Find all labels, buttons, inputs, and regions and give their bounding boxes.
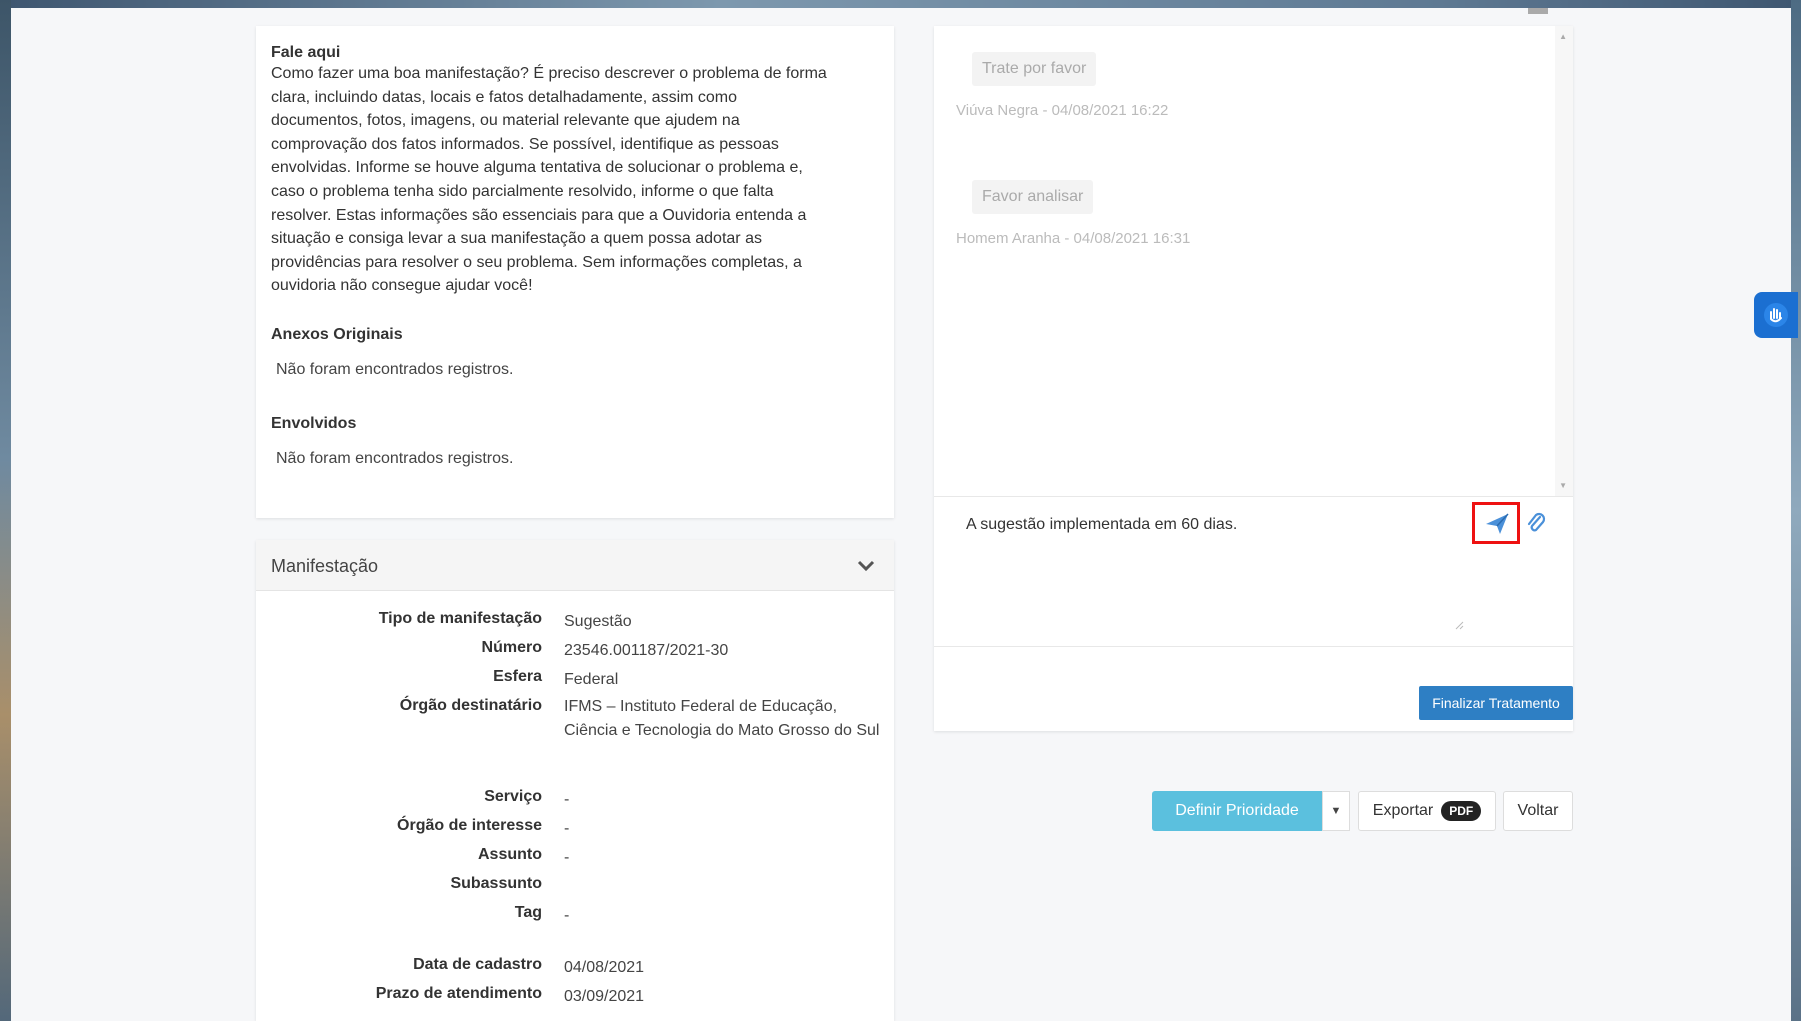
chevron-down-icon[interactable] — [856, 555, 876, 575]
row-value-esfera: Federal — [564, 671, 619, 688]
reply-textarea[interactable]: A sugestão implementada em 60 dias. — [966, 516, 1237, 534]
scroll-down-arrow[interactable]: ▼ — [1559, 481, 1567, 490]
window-left-edge — [0, 0, 11, 1021]
row-label-orgao: Órgão destinatário — [399, 697, 542, 714]
description-line: ouvidoria não consegue ajudar você! — [271, 277, 533, 295]
chat-message-meta: Homem Aranha - 04/08/2021 16:31 — [956, 230, 1191, 247]
textarea-resize-handle[interactable] — [1454, 620, 1464, 630]
row-value-orgao-interesse: - — [564, 820, 570, 837]
row-label-numero: Número — [481, 639, 542, 656]
description-heading: Fale aqui — [271, 44, 341, 61]
send-icon — [1486, 513, 1509, 534]
description-line: caso o problema tenha sido parcialmente … — [271, 182, 774, 200]
row-label-tag: Tag — [514, 904, 542, 921]
row-label-esfera: Esfera — [493, 668, 542, 685]
vlibras-widget-button[interactable] — [1754, 292, 1798, 338]
row-value-servico: - — [564, 791, 570, 808]
row-label-prazo: Prazo de atendimento — [375, 985, 542, 1002]
envolvidos-empty-message: Não foram encontrados registros. — [276, 450, 514, 467]
row-value-tag: - — [564, 907, 570, 924]
window-right-edge — [1791, 0, 1801, 1021]
chat-message-meta: Viúva Negra - 04/08/2021 16:22 — [956, 102, 1169, 119]
chat-message-bubble: Trate por favor — [972, 52, 1097, 86]
description-line: documentos, fotos, imagens, ou material … — [271, 112, 740, 130]
description-line: situação e consiga levar a sua manifesta… — [271, 230, 762, 248]
description-line: envolvidas. Informe se houve alguma tent… — [271, 159, 803, 177]
description-text: Como fazer uma boa manifestação? É preci… — [271, 62, 881, 298]
definir-prioridade-button[interactable]: Definir Prioridade — [1152, 791, 1322, 831]
row-label-subassunto: Subassunto — [450, 875, 542, 892]
chat-scrollbar[interactable]: ▲ ▼ — [1555, 26, 1573, 496]
row-value-orgao: IFMS – Instituto Federal de Educação, Ci… — [564, 698, 880, 739]
row-value-data-cadastro: 04/08/2021 — [564, 959, 645, 976]
caret-down-icon: ▼ — [1330, 805, 1342, 817]
row-label-data-cadastro: Data de cadastro — [413, 956, 542, 973]
scroll-up-arrow[interactable]: ▲ — [1559, 32, 1567, 41]
send-button[interactable] — [1472, 502, 1520, 544]
chat-footer-divider — [934, 646, 1573, 647]
finalizar-tratamento-button[interactable]: Finalizar Tratamento — [1419, 686, 1573, 720]
vlibras-hand-icon — [1764, 303, 1788, 327]
manifestacao-header[interactable]: Manifestação — [256, 540, 894, 591]
description-line: clara, incluindo datas, locais e fatos d… — [271, 88, 738, 106]
chat-divider — [934, 496, 1573, 497]
window-top-edge — [0, 0, 1801, 8]
exportar-pdf-button[interactable]: Exportar PDF — [1358, 791, 1496, 831]
row-label-tipo: Tipo de manifestação — [378, 610, 542, 627]
description-line: comprovação dos fatos informados. Se pos… — [271, 135, 779, 153]
description-body: Fale aqui Como fazer uma boa manifestaçã… — [271, 44, 881, 298]
pdf-badge: PDF — [1441, 801, 1482, 821]
row-label-servico: Serviço — [484, 788, 542, 805]
description-line: Como fazer uma boa manifestação? É preci… — [271, 65, 827, 82]
row-label-orgao-interesse: Órgão de interesse — [397, 817, 542, 834]
top-tab-marker — [1528, 8, 1548, 14]
row-value-prazo: 03/09/2021 — [564, 988, 645, 1005]
anexos-empty-message: Não foram encontrados registros. — [276, 361, 514, 378]
description-line: resolver. Estas informações são essencia… — [271, 206, 807, 224]
manifestacao-card: Manifestação Tipo de manifestação Sugest… — [256, 540, 894, 1021]
row-value-assunto: - — [564, 849, 570, 866]
description-line: providências para resolver o seu problem… — [271, 253, 802, 271]
chat-message-bubble: Favor analisar — [972, 180, 1094, 214]
anexos-title: Anexos Originais — [271, 326, 403, 343]
prioridade-dropdown-toggle[interactable]: ▼ — [1322, 791, 1350, 831]
row-label-assunto: Assunto — [478, 846, 542, 863]
voltar-button[interactable]: Voltar — [1503, 791, 1573, 831]
chat-card: Trate por favor Viúva Negra - 04/08/2021… — [934, 26, 1573, 731]
manifestacao-title: Manifestação — [271, 556, 379, 576]
description-card: Fale aqui Como fazer uma boa manifestaçã… — [256, 26, 894, 518]
envolvidos-title: Envolvidos — [271, 415, 357, 432]
exportar-label: Exportar — [1372, 802, 1434, 819]
paperclip-icon[interactable] — [1526, 512, 1546, 536]
row-value-numero: 23546.001187/2021-30 — [564, 642, 729, 659]
row-value-tipo: Sugestão — [564, 613, 632, 630]
